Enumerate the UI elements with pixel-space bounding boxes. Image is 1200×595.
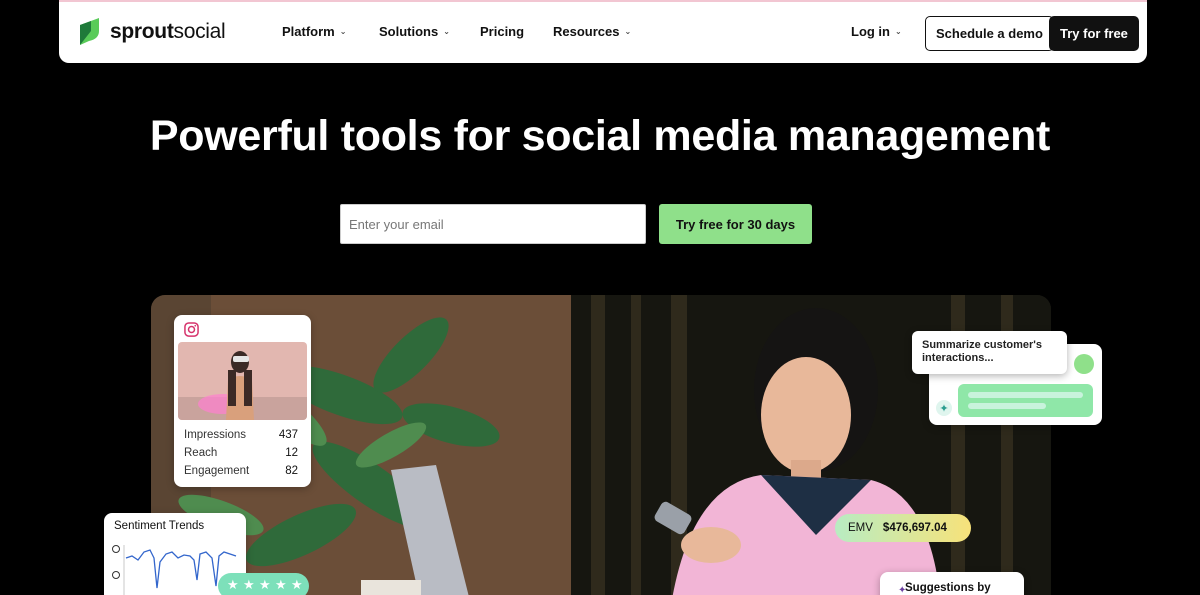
instagram-icon [184,322,199,337]
ai-prompt-bubble: Summarize customer's interactions... [912,331,1067,374]
star-icon: ★ [291,577,303,592]
metric-label: Reach [184,447,218,459]
try-free-30-days-button[interactable]: Try free for 30 days [659,204,812,244]
hero-title: Powerful tools for social media manageme… [149,112,1051,160]
metric-engagement: Engagement 82 [184,465,298,477]
chevron-down-icon: ⌄ [895,27,902,36]
chevron-down-icon: ⌄ [443,27,450,36]
metric-value: 437 [278,429,298,441]
nav-pricing[interactable]: Pricing [480,24,524,39]
emv-label: EMV [848,522,873,534]
sparkle-icon: ✦ [936,400,952,416]
logo-wordmark: sproutsocial [110,20,226,43]
emv-value: $476,697.04 [882,522,947,534]
user-avatar-dot [1074,354,1094,374]
schedule-demo-button[interactable]: Schedule a demo [925,16,1054,51]
sparkle-icon: ✦ [898,585,907,595]
ai-reply-line [968,403,1046,409]
nav-solutions-label: Solutions [379,24,439,39]
metric-value: 12 [285,447,298,459]
login-link[interactable]: Log in ⌄ [851,24,902,39]
nav-platform[interactable]: Platform ⌄ [282,24,346,39]
sprout-leaf-icon [80,18,99,45]
suggestions-label: Suggestions by [905,582,991,594]
top-navigation: sproutsocial Platform ⌄ Solutions ⌄ Pric… [59,0,1147,63]
metric-reach: Reach 12 [184,447,298,459]
try-for-free-button[interactable]: Try for free [1049,16,1139,51]
nav-resources[interactable]: Resources ⌄ [553,24,631,39]
metric-value: 82 [285,465,298,477]
instagram-post-card: Impressions 437 Reach 12 Engagement 82 [174,315,311,487]
metric-impressions: Impressions 437 [184,429,298,441]
nav-solutions[interactable]: Solutions ⌄ [379,24,450,39]
ai-reply-bubble [958,384,1093,417]
nav-resources-label: Resources [553,24,620,39]
star-icon: ★ [243,577,255,592]
nav-pricing-label: Pricing [480,24,525,39]
emv-badge: EMV $476,697.04 [835,514,971,542]
nav-platform-label: Platform [282,24,335,39]
metric-label: Engagement [184,465,250,477]
post-image [178,342,307,420]
star-icon: ★ [259,577,271,592]
star-icon: ★ [227,577,239,592]
sad-face-icon [112,571,120,579]
chevron-down-icon: ⌄ [624,27,632,36]
login-label: Log in [851,24,890,39]
sentiment-title: Sentiment Trends [114,520,205,532]
sprout-social-logo[interactable]: sproutsocial [77,17,226,47]
star-rating-badge: ★ ★ ★ ★ ★ [218,573,309,595]
star-icon: ★ [275,577,287,592]
happy-face-icon [112,545,120,553]
metric-label: Impressions [184,429,246,441]
chevron-down-icon: ⌄ [339,27,347,36]
ai-reply-line [968,392,1083,398]
email-input[interactable] [340,204,646,244]
